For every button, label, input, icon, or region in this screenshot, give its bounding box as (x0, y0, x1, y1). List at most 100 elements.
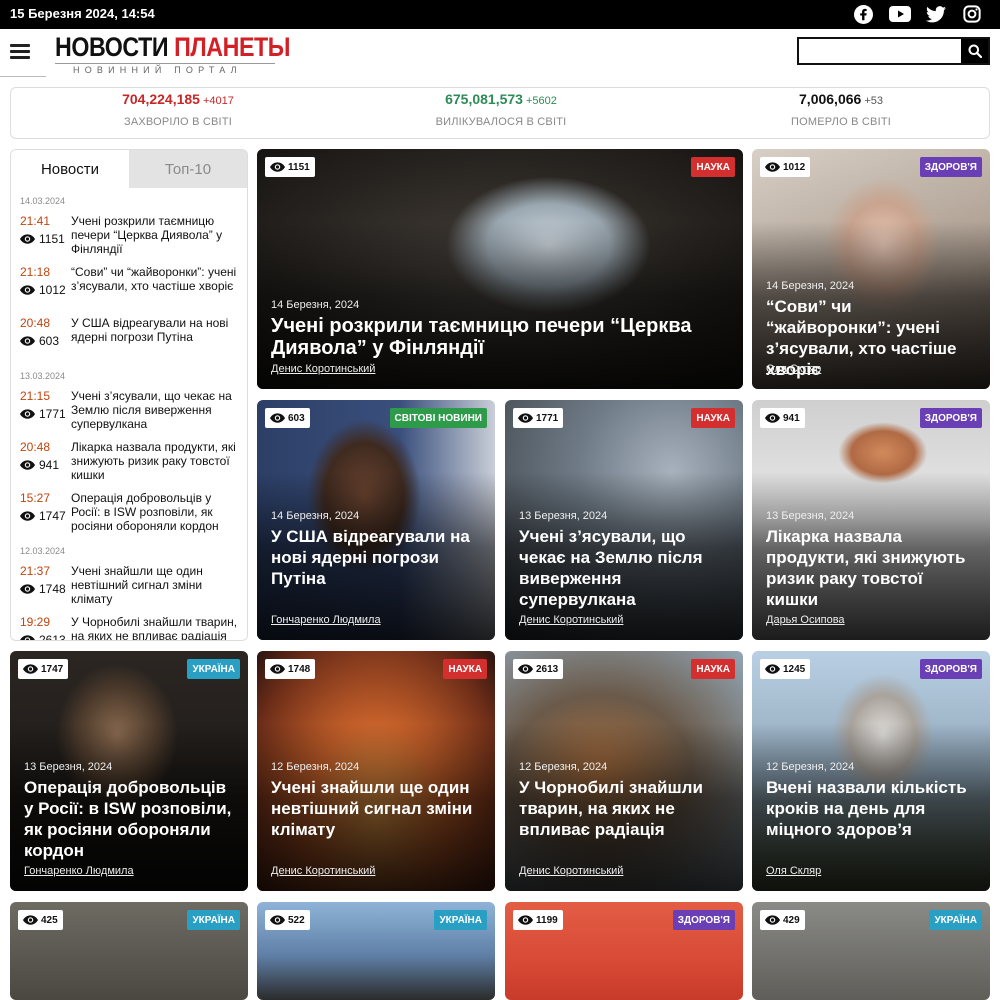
eye-icon (270, 664, 285, 674)
views-count: 1151 (288, 161, 310, 173)
news-card[interactable]: 603 СВІТОВІ НОВИНИ 14 Березня, 2024 У США в… (257, 400, 495, 640)
card-date: 12 Березня, 2024 (271, 761, 360, 773)
card-author[interactable]: Денис Коротинський (271, 865, 375, 877)
views-badge: 429 (760, 910, 805, 930)
news-title[interactable]: Операція добровольців у Росії: в ISW роз… (71, 491, 239, 533)
tab-top-10[interactable]: Топ-10 (129, 150, 247, 188)
news-card[interactable]: 1748 НАУКА 12 Березня, 2024 Учені знайшли щ… (257, 651, 495, 891)
sidebar-news-item[interactable]: 20:48 941 Лікарка назвала продукти, які зн… (11, 436, 247, 487)
card-author[interactable]: Оля Скляр (766, 865, 821, 877)
sidebar-news-item[interactable]: 20:48 603 У США відреагували на нові ядерн… (11, 312, 247, 363)
sidebar-news-item[interactable]: 15:27 1747 Операція добровольців у Росії: … (11, 487, 247, 538)
card-author[interactable]: Гончаренко Людмила (271, 614, 381, 626)
news-card[interactable]: 1747 УКРАЇНА 13 Березня, 2024 Операція добр… (10, 651, 248, 891)
search-input[interactable] (799, 39, 963, 63)
news-title[interactable]: Учені розкрили таємницю печери “Церква Д… (71, 214, 239, 256)
search-box (797, 37, 990, 65)
views-badge: 941 (760, 408, 805, 428)
facebook-icon[interactable] (853, 4, 873, 24)
category-badge[interactable]: НАУКА (691, 659, 735, 679)
news-title[interactable]: Лікарка назвала продукти, які знижують р… (71, 440, 239, 482)
card-author[interactable]: Дарья Осипова (766, 614, 845, 626)
eye-icon (270, 413, 285, 423)
instagram-icon[interactable] (962, 4, 982, 24)
category-badge[interactable]: НАУКА (691, 157, 735, 177)
card-title[interactable]: Учені знайшли ще один невтішний сигнал з… (271, 777, 483, 840)
card-author[interactable]: Денис Коротинський (519, 614, 623, 626)
youtube-icon[interactable] (889, 4, 911, 24)
news-views: 1747 (20, 509, 66, 523)
views-count: 1771 (536, 412, 559, 424)
news-title[interactable]: “Сови” чи “жайворонки”: учені з’ясували,… (71, 265, 239, 293)
sidebar-news-item[interactable]: 21:15 1771 Учені з’ясували, що чекає на Зе… (11, 385, 247, 436)
category-badge[interactable]: ЗДОРОВ'Я (919, 408, 982, 428)
tab-news[interactable]: Новости (11, 150, 129, 188)
sidebar-date: 14.03.2024 (20, 196, 66, 206)
card-date: 12 Березня, 2024 (766, 761, 855, 773)
category-badge[interactable]: УКРАЇНА (929, 910, 982, 930)
card-title[interactable]: Учені з’ясували, що чекає на Землю після… (519, 526, 731, 610)
card-title[interactable]: У США відреагували на нові ядерні погроз… (271, 526, 483, 589)
news-card[interactable]: 1771 НАУКА 13 Березня, 2024 Учені з’ясували… (505, 400, 743, 640)
views-count: 2613 (536, 663, 559, 675)
menu-icon[interactable] (10, 44, 30, 60)
category-badge[interactable]: ЗДОРОВ'Я (919, 659, 982, 679)
category-badge[interactable]: УКРАЇНА (187, 910, 240, 930)
views-badge: 1771 (513, 408, 564, 428)
category-badge[interactable]: НАУКА (691, 408, 735, 428)
twitter-icon[interactable] (926, 4, 946, 24)
views-badge: 1012 (760, 157, 811, 177)
views-count: 1245 (783, 663, 806, 675)
category-badge[interactable]: НАУКА (443, 659, 487, 679)
news-time: 20:48 (20, 316, 51, 330)
news-card[interactable]: 522 УКРАЇНА (257, 902, 495, 1000)
current-date: 15 Березня 2024, 14:54 (10, 6, 155, 21)
covid-stats: 704,224,185 +4017 ЗАХВОРІЛО В СВІТІ 675,0… (10, 87, 990, 139)
card-author[interactable]: Оля Скляр (766, 363, 821, 375)
category-badge[interactable]: ЗДОРОВ'Я (672, 910, 735, 930)
news-card[interactable]: 429 УКРАЇНА (752, 902, 990, 1000)
category-badge[interactable]: СВІТОВІ НОВИНИ (389, 408, 487, 428)
card-title[interactable]: У Чорнобилі знайшли тварин, на яких не в… (519, 777, 731, 840)
views-badge: 425 (18, 910, 63, 930)
card-title[interactable]: Лікарка назвала продукти, які знижують р… (766, 526, 978, 610)
news-card[interactable]: 1151 НАУКА 14 Березня, 2024 Учені розкрили … (257, 149, 743, 389)
category-badge[interactable]: УКРАЇНА (187, 659, 240, 679)
news-card[interactable]: 1199 ЗДОРОВ'Я (505, 902, 743, 1000)
stat-value: 704,224,185 (122, 91, 200, 107)
card-author[interactable]: Денис Коротинський (271, 363, 375, 375)
site-logo[interactable]: НОВОСТИ ПЛАНЕТЫ НОВИННИЙ ПОРТАЛ (55, 34, 291, 78)
views-badge: 603 (265, 408, 310, 428)
card-title[interactable]: Вчені назвали кількість кроків на день д… (766, 777, 978, 840)
eye-icon (23, 915, 38, 925)
news-time: 21:18 (20, 265, 51, 279)
sidebar-news-item[interactable]: 21:41 1151 Учені розкрили таємницю печери … (11, 210, 247, 261)
card-date: 14 Березня, 2024 (766, 280, 855, 292)
eye-icon (20, 511, 35, 521)
card-author[interactable]: Денис Коротинський (519, 865, 623, 877)
category-badge[interactable]: ЗДОРОВ'Я (919, 157, 982, 177)
views-badge: 1747 (18, 659, 69, 679)
news-card[interactable]: 1012 ЗДОРОВ'Я 14 Березня, 2024 “Сови” чи “ж… (752, 149, 990, 389)
news-time: 21:37 (20, 564, 51, 578)
news-card[interactable]: 2613 НАУКА 12 Березня, 2024 У Чорнобилі зна… (505, 651, 743, 891)
sidebar-news-item[interactable]: 21:37 1748 Учені знайшли ще один невтішний… (11, 560, 247, 611)
search-button[interactable] (961, 39, 988, 63)
card-author[interactable]: Гончаренко Людмила (24, 865, 134, 877)
card-title[interactable]: Операція добровольців у Росії: в ISW роз… (24, 777, 236, 861)
sidebar-news-item[interactable]: 21:18 1012 “Сови” чи “жайворонки”: учені з… (11, 261, 247, 312)
views-count: 1747 (39, 509, 66, 523)
news-card[interactable]: 425 УКРАЇНА (10, 902, 248, 1000)
news-card[interactable]: 1245 ЗДОРОВ'Я 12 Березня, 2024 Вчені назвал… (752, 651, 990, 891)
views-count: 1012 (39, 283, 66, 297)
divider (0, 76, 46, 77)
news-title[interactable]: У США відреагували на нові ядерні погроз… (71, 316, 239, 344)
news-views: 1151 (20, 232, 65, 246)
news-title[interactable]: У Чорнобилі знайшли тварин, на яких не в… (71, 615, 239, 640)
news-title[interactable]: Учені знайшли ще один невтішний сигнал з… (71, 564, 239, 606)
news-card[interactable]: 941 ЗДОРОВ'Я 13 Березня, 2024 Лікарка назва… (752, 400, 990, 640)
category-badge[interactable]: УКРАЇНА (434, 910, 487, 930)
news-title[interactable]: Учені з’ясували, що чекає на Землю після… (71, 389, 239, 431)
card-title[interactable]: Учені розкрили таємницю печери “Церква Д… (271, 315, 731, 359)
sidebar-news-item[interactable]: 19:29 2613 У Чорнобилі знайшли тварин, на … (11, 611, 247, 640)
